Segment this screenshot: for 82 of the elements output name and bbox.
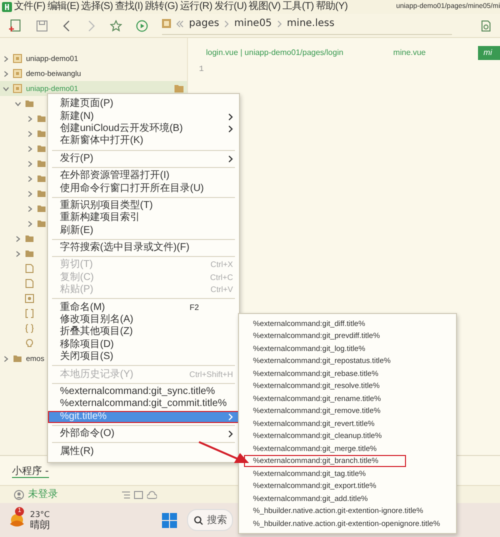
collapsed-chevron-icon[interactable] xyxy=(3,356,9,362)
list-icon[interactable] xyxy=(122,490,130,498)
braces-file-icon xyxy=(25,324,34,333)
taskbar-search[interactable]: 搜索 xyxy=(187,509,233,531)
history-chevron-icon[interactable] xyxy=(176,20,184,28)
menu-item[interactable]: 选择(S) xyxy=(81,1,113,13)
collapsed-chevron-icon[interactable] xyxy=(15,236,21,242)
menu-item[interactable]: 属性(R) xyxy=(48,445,239,458)
menu-item[interactable]: 工具(T) xyxy=(282,1,314,13)
collapsed-chevron-icon[interactable] xyxy=(27,146,33,152)
menu-item[interactable]: 查找(I) xyxy=(114,1,143,13)
collapsed-chevron-icon[interactable] xyxy=(27,220,33,226)
expanded-chevron-icon[interactable] xyxy=(15,100,21,106)
menu-item[interactable]: 刷新(E) xyxy=(48,224,239,237)
cloud-icon[interactable] xyxy=(147,490,157,498)
menu-item[interactable]: 运行(R) xyxy=(180,1,212,13)
lightbulb-icon xyxy=(25,339,34,348)
menu-item[interactable]: 帮助(Y) xyxy=(316,1,348,13)
collapsed-chevron-icon[interactable] xyxy=(27,176,33,182)
folder-icon xyxy=(13,354,22,363)
new-file-icon[interactable] xyxy=(8,18,22,32)
menu-item[interactable]: 重新识别项目类型(T) xyxy=(48,200,239,212)
menu-item[interactable]: 移除项目(D) xyxy=(48,338,239,352)
user-icon[interactable] xyxy=(14,490,24,500)
collapsed-chevron-icon[interactable] xyxy=(27,190,33,196)
back-icon[interactable] xyxy=(62,20,72,32)
menu-item[interactable]: %externalcommand:git_sync.title% xyxy=(48,386,239,398)
search-icon xyxy=(194,516,203,524)
menu-item[interactable]: 发行(U) xyxy=(214,1,247,13)
annotation-arrow xyxy=(198,440,250,466)
shortcut-label: Ctrl+C xyxy=(210,272,233,284)
breadcrumb-separator-icon xyxy=(224,20,230,28)
line-number: 1 xyxy=(198,64,205,76)
shortcut-label: Ctrl+V xyxy=(210,284,233,296)
file-type-icon xyxy=(162,19,171,28)
collapsed-chevron-icon[interactable] xyxy=(27,130,33,136)
menu-item[interactable]: 文件(F) xyxy=(14,1,46,13)
menu-item[interactable]: 关闭项目(S) xyxy=(48,351,239,364)
menu-item[interactable]: 使用命令行窗口打开所在目录(U) xyxy=(48,182,239,195)
menu-item[interactable]: 重命名(M) F2 xyxy=(48,301,239,314)
settings-file-icon xyxy=(25,294,34,303)
preview-icon[interactable] xyxy=(480,20,492,32)
collapsed-chevron-icon[interactable] xyxy=(27,206,33,212)
collapsed-chevron-icon[interactable] xyxy=(3,70,9,76)
save-icon[interactable] xyxy=(36,20,48,32)
menu-item[interactable]: 在外部资源管理器打开(I) xyxy=(48,170,239,182)
expanded-chevron-icon[interactable] xyxy=(3,86,9,92)
menu-item[interactable]: 重新构建项目索引 xyxy=(48,212,239,225)
run-icon[interactable] xyxy=(136,20,148,32)
breadcrumb-item[interactable]: mine05 xyxy=(234,16,272,31)
menu-item[interactable]: 外部命令(O) xyxy=(48,428,239,440)
terminal-icon[interactable] xyxy=(134,490,143,498)
menu-item[interactable]: 视图(V) xyxy=(248,1,280,13)
menu-item[interactable]: 在新窗体中打开(K) xyxy=(48,135,239,148)
menu-item[interactable]: 折叠其他项目(Z) xyxy=(48,326,239,339)
menu-item[interactable]: 新建(N) xyxy=(48,110,239,123)
shortcut-label: Ctrl+Shift+H xyxy=(189,368,233,381)
collapsed-chevron-icon[interactable] xyxy=(27,160,33,166)
editor-tab[interactable]: mi xyxy=(478,46,500,60)
start-icon[interactable] xyxy=(162,512,177,528)
menu-item[interactable]: 字符搜索(选中目录或文件)(F) xyxy=(48,242,239,254)
brackets-file-icon xyxy=(25,309,34,318)
breadcrumb-separator-icon xyxy=(276,20,282,28)
temperature: 23°C xyxy=(30,509,50,520)
breadcrumb-item[interactable]: pages xyxy=(189,16,220,31)
menu-item[interactable]: 编辑(E) xyxy=(47,1,80,13)
console-tab[interactable]: 小程序 - xyxy=(12,466,49,478)
collapsed-chevron-icon[interactable] xyxy=(15,250,21,256)
menu-item[interactable]: 发行(P) xyxy=(48,152,239,165)
app-logo-icon xyxy=(2,2,12,12)
breadcrumb-item[interactable]: mine.less xyxy=(286,16,334,31)
star-icon[interactable] xyxy=(110,20,122,32)
menu-item[interactable]: 创建uniCloud云开发环境(B) xyxy=(48,122,239,136)
collapsed-chevron-icon[interactable] xyxy=(3,56,9,62)
menu-item[interactable]: 新建页面(P) xyxy=(48,98,239,110)
collapsed-chevron-icon[interactable] xyxy=(27,116,33,122)
menu-item[interactable]: %externalcommand:git_commit.title% xyxy=(48,398,239,411)
weather-condition: 晴朗 xyxy=(30,520,50,531)
menu-item[interactable]: 跳转(G) xyxy=(144,1,178,13)
menu-item[interactable]: 修改项目别名(A) xyxy=(48,314,239,326)
shortcut-label: Ctrl+X xyxy=(210,259,233,272)
shortcut-label: F2 xyxy=(190,302,199,314)
